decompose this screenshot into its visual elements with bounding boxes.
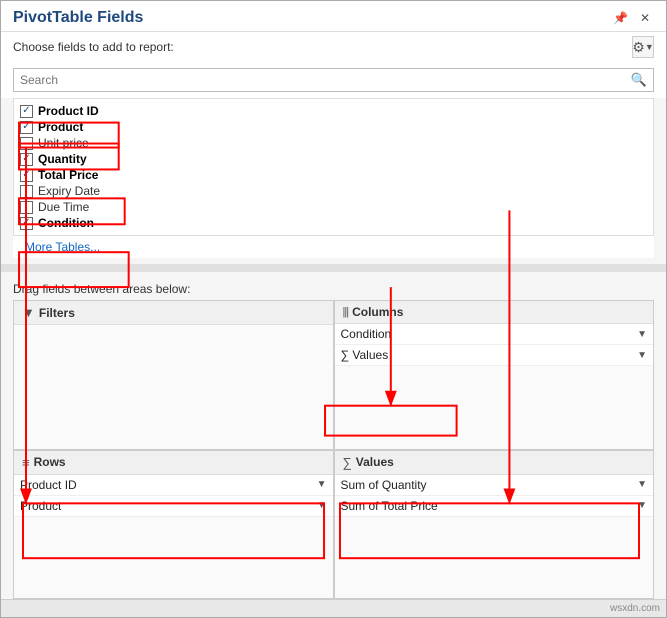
field-label-expiry_date: Expiry Date	[38, 184, 100, 198]
value-item-quantity-label: Sum of Quantity	[341, 478, 638, 492]
filters-panel: ▼ Filters	[13, 300, 334, 450]
rows-panel: ≡ Rows Product ID ▼ Product ▼	[13, 450, 334, 600]
filters-label: Filters	[39, 306, 75, 320]
field-checkbox-product_id[interactable]	[20, 105, 33, 118]
field-checkbox-expiry_date[interactable]	[20, 185, 33, 198]
value-item-quantity[interactable]: Sum of Quantity ▼	[335, 475, 654, 496]
row-item-product-label: Product	[20, 499, 317, 513]
panel-title: PivotTable Fields	[13, 9, 143, 27]
subtitle-bar: Choose fields to add to report: ⚙ ▼	[1, 32, 666, 64]
rows-icon: ≡	[22, 455, 30, 470]
search-input[interactable]	[20, 73, 631, 87]
column-item-values-arrow: ▼	[637, 350, 647, 361]
column-item-condition-arrow: ▼	[637, 329, 647, 340]
field-item-product[interactable]: Product	[14, 119, 653, 135]
search-icon: 🔍	[631, 72, 647, 88]
columns-panel: ||| Columns Condition ▼ ∑ Values ▼	[334, 300, 655, 450]
field-label-total_price: Total Price	[38, 168, 98, 182]
columns-label: Columns	[352, 305, 403, 319]
values-label: Values	[356, 455, 394, 469]
columns-header: ||| Columns	[335, 301, 654, 324]
column-item-values[interactable]: ∑ Values ▼	[335, 345, 654, 366]
gear-button[interactable]: ⚙ ▼	[632, 36, 654, 58]
field-label-unit_price: Unit price	[38, 136, 89, 150]
field-label-due_time: Due Time	[38, 200, 89, 214]
field-item-quantity[interactable]: Quantity	[14, 151, 653, 167]
pivot-table-fields-panel: PivotTable Fields 📌 ✕ Choose fields to a…	[0, 0, 667, 618]
areas-grid: ▼ Filters ||| Columns Condition ▼ ∑ Valu…	[13, 300, 654, 599]
fields-list: Product ID Product Unit price Quantity Total…	[13, 98, 654, 236]
values-icon: ∑	[343, 455, 352, 470]
rows-label: Rows	[34, 455, 66, 469]
subtitle-text: Choose fields to add to report:	[13, 40, 174, 54]
column-item-values-label: ∑ Values	[341, 348, 638, 362]
title-bar: PivotTable Fields 📌 ✕	[1, 1, 666, 32]
field-checkbox-product[interactable]	[20, 121, 33, 134]
field-label-product: Product	[38, 120, 83, 134]
rows-header: ≡ Rows	[14, 451, 333, 475]
row-item-product-arrow: ▼	[317, 500, 327, 511]
bottom-bar: wsxdn.com	[1, 599, 666, 617]
field-item-unit_price[interactable]: Unit price	[14, 135, 653, 151]
field-item-total_price[interactable]: Total Price	[14, 167, 653, 183]
separator	[1, 264, 666, 272]
field-label-product_id: Product ID	[38, 104, 99, 118]
values-header: ∑ Values	[335, 451, 654, 475]
close-button[interactable]: ✕	[636, 11, 654, 25]
drag-label: Drag fields between areas below:	[1, 278, 666, 300]
pin-button[interactable]: 📌	[609, 11, 632, 25]
gear-icon: ⚙	[632, 39, 645, 56]
filters-header: ▼ Filters	[14, 301, 333, 325]
field-item-product_id[interactable]: Product ID	[14, 103, 653, 119]
value-item-totalprice-arrow: ▼	[637, 500, 647, 511]
watermark: wsxdn.com	[610, 603, 660, 614]
value-item-totalprice[interactable]: Sum of Total Price ▼	[335, 496, 654, 517]
value-item-quantity-arrow: ▼	[637, 479, 647, 490]
column-item-condition[interactable]: Condition ▼	[335, 324, 654, 345]
field-checkbox-due_time[interactable]	[20, 201, 33, 214]
filter-icon: ▼	[22, 305, 35, 320]
columns-icon: |||	[343, 306, 349, 318]
row-item-productid-arrow: ▼	[317, 479, 327, 490]
values-panel: ∑ Values Sum of Quantity ▼ Sum of Total …	[334, 450, 655, 600]
field-label-quantity: Quantity	[38, 152, 87, 166]
field-checkbox-quantity[interactable]	[20, 153, 33, 166]
field-checkbox-condition[interactable]	[20, 217, 33, 230]
field-item-expiry_date[interactable]: Expiry Date	[14, 183, 653, 199]
row-item-productid-label: Product ID	[20, 478, 317, 492]
value-item-totalprice-label: Sum of Total Price	[341, 499, 638, 513]
search-area: 🔍	[1, 64, 666, 98]
dropdown-icon: ▼	[645, 42, 654, 52]
more-tables-link[interactable]: More Tables...	[13, 236, 654, 258]
row-item-productid[interactable]: Product ID ▼	[14, 475, 333, 496]
field-item-due_time[interactable]: Due Time	[14, 199, 653, 215]
row-item-product[interactable]: Product ▼	[14, 496, 333, 517]
field-item-condition[interactable]: Condition	[14, 215, 653, 231]
field-checkbox-unit_price[interactable]	[20, 137, 33, 150]
search-box[interactable]: 🔍	[13, 68, 654, 92]
column-item-condition-label: Condition	[341, 327, 638, 341]
field-checkbox-total_price[interactable]	[20, 169, 33, 182]
title-controls: 📌 ✕	[609, 11, 654, 25]
field-label-condition: Condition	[38, 216, 94, 230]
